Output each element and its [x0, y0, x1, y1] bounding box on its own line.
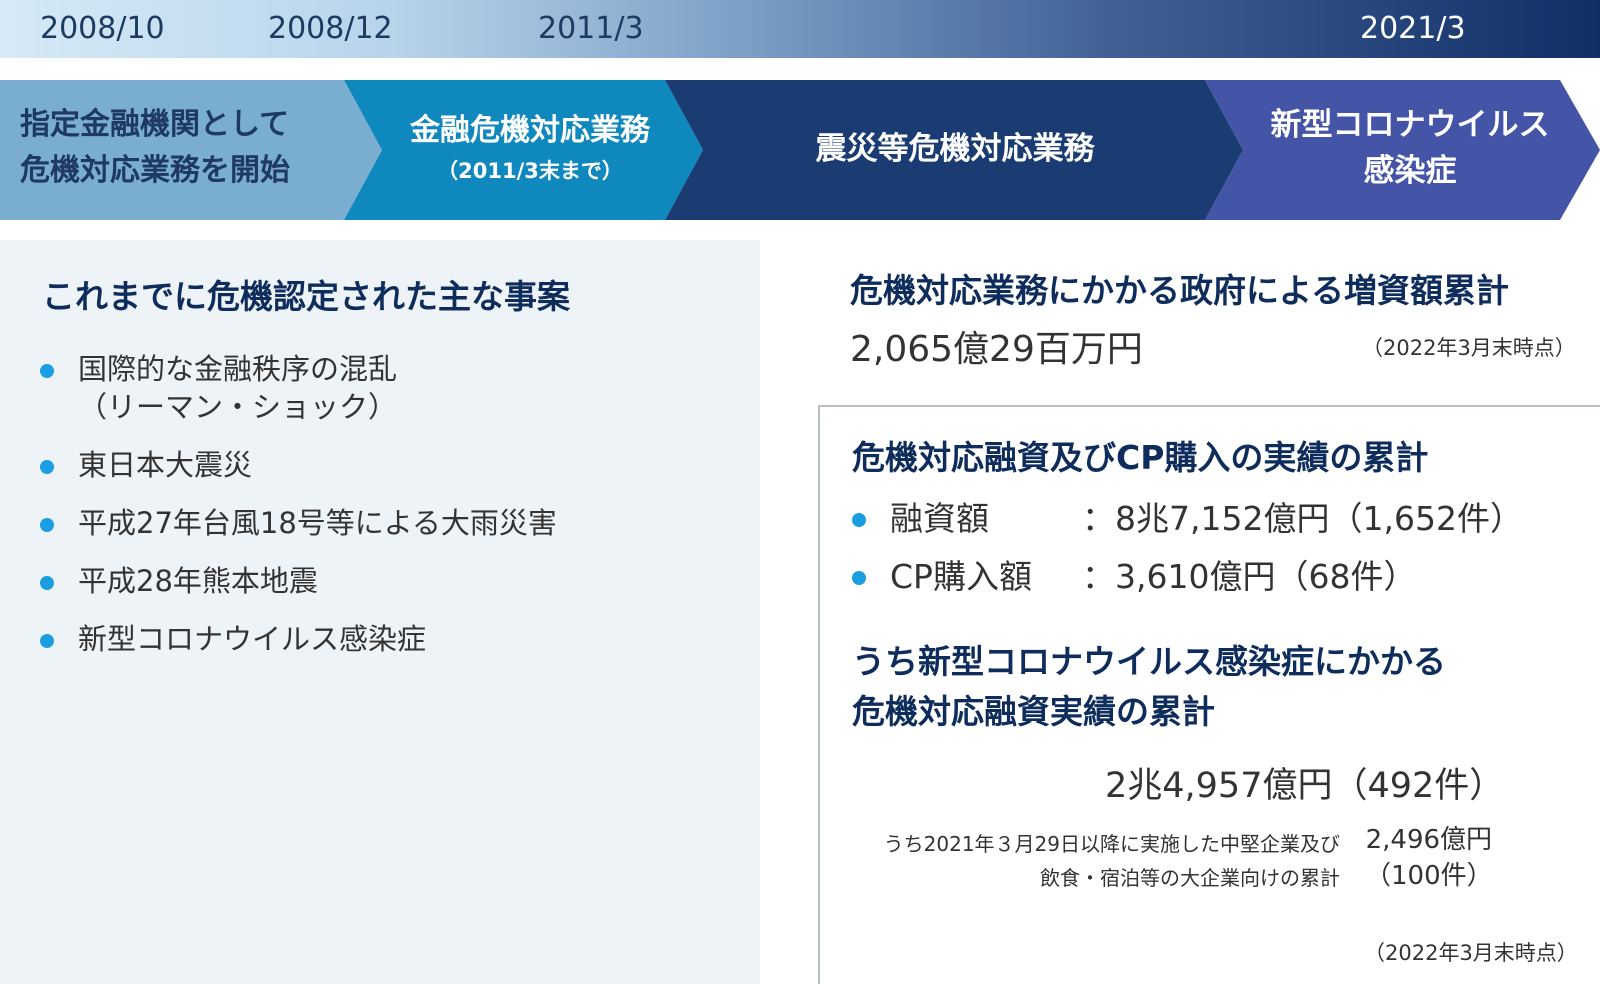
- note-line1: うち2021年３月29日以降に実施した中堅企業及び: [883, 832, 1340, 856]
- phase-2-label: 金融危機対応業務 （2011/3末まで）: [380, 108, 680, 188]
- list-item: 新型コロナウイルス感染症: [40, 620, 557, 658]
- results-box: 危機対応融資及びCP購入の実績の累計 融資額 ：8兆7,152億円（1,652件）…: [818, 405, 1600, 984]
- phase-4-line2: 感染症: [1363, 153, 1457, 189]
- covid-results-title: うち新型コロナウイルス感染症にかかる 危機対応融資実績の累計: [852, 637, 1446, 737]
- note-line2: 飲食・宿泊等の大企業向けの累計: [1040, 866, 1340, 890]
- phase-1-line1: 指定金融機関として: [20, 107, 290, 142]
- list-item: 国際的な金融秩序の混乱 （リーマン・ショック）: [40, 350, 557, 426]
- covid-title-line2: 危機対応融資実績の累計: [852, 692, 1215, 731]
- list-item: 東日本大震災: [40, 446, 557, 484]
- result-label: 融資額: [890, 499, 989, 538]
- phase-3-label: 震災等危機対応業務: [815, 131, 1095, 167]
- list-item: CP購入額 ：3,610億円（68件）: [852, 555, 1523, 599]
- bullet-icon: [40, 518, 54, 532]
- covid-title-line1: うち新型コロナウイルス感染症にかかる: [852, 642, 1446, 681]
- timeline-bar: 2008/10 2008/12 2011/3 2021/3: [0, 0, 1600, 58]
- list-item: 融資額 ：8兆7,152億円（1,652件）: [852, 497, 1523, 541]
- results-list: 融資額 ：8兆7,152億円（1,652件） CP購入額 ：3,610億円（68件）: [852, 497, 1523, 613]
- list-item: 平成28年熊本地震: [40, 562, 557, 600]
- bullet-icon: [852, 513, 866, 527]
- covid-note: うち2021年３月29日以降に実施した中堅企業及び 飲食・宿泊等の大企業向けの累…: [850, 827, 1340, 895]
- capital-increase-as-of: （2022年3月末時点）: [1362, 336, 1576, 360]
- bullet-icon: [40, 364, 54, 378]
- case-text-line2: （リーマン・ショック）: [78, 390, 398, 424]
- case-text: 新型コロナウイルス感染症: [78, 622, 427, 656]
- crisis-cases-panel: これまでに危機認定された主な事案 国際的な金融秩序の混乱 （リーマン・ショック）…: [0, 240, 760, 984]
- phase-4-label: 新型コロナウイルス 感染症: [1240, 102, 1580, 194]
- note-value-line2: （100件）: [1365, 861, 1493, 891]
- list-item: 平成27年台風18号等による大雨災害: [40, 504, 557, 542]
- covid-note-value: 2,496億円 （100件）: [1365, 822, 1493, 894]
- covid-total: 2兆4,957億円（492件）: [1105, 766, 1505, 806]
- bullet-icon: [40, 576, 54, 590]
- results-title: 危機対応融資及びCP購入の実績の累計: [852, 438, 1429, 477]
- timeline-date-2008-12: 2008/12: [268, 11, 393, 46]
- phase-2-line1: 金融危機対応業務: [410, 113, 650, 148]
- timeline-date-2021-3: 2021/3: [1360, 11, 1466, 46]
- bullet-icon: [40, 460, 54, 474]
- timeline-date-2008-10: 2008/10: [40, 11, 165, 46]
- result-value: ：8兆7,152億円（1,652件）: [1082, 499, 1523, 538]
- case-text: 国際的な金融秩序の混乱: [78, 352, 398, 386]
- crisis-cases-title: これまでに危機認定された主な事案: [42, 277, 570, 316]
- capital-increase-title: 危機対応業務にかかる政府による増資額累計: [850, 271, 1510, 310]
- bullet-icon: [852, 571, 866, 585]
- result-label: CP購入額: [890, 557, 1032, 596]
- phase-arrows: 指定金融機関として 危機対応業務を開始 金融危機対応業務 （2011/3末まで）…: [0, 80, 1600, 220]
- capital-increase-amount: 2,065億29百万円: [850, 329, 1143, 370]
- result-value: ：3,610億円（68件）: [1082, 557, 1417, 596]
- case-text: 平成28年熊本地震: [78, 564, 318, 598]
- results-as-of: （2022年3月末時点）: [1364, 941, 1578, 965]
- timeline-date-2011-3: 2011/3: [538, 11, 644, 46]
- note-value-line1: 2,496億円: [1365, 825, 1493, 855]
- phase-1-line2: 危機対応業務を開始: [20, 153, 290, 188]
- phase-4-line1: 新型コロナウイルス: [1270, 107, 1550, 143]
- case-text: 平成27年台風18号等による大雨災害: [78, 506, 557, 540]
- phase-1-label: 指定金融機関として 危機対応業務を開始: [20, 102, 340, 194]
- phase-2-sub: （2011/3末まで）: [437, 159, 623, 183]
- case-text: 東日本大震災: [78, 448, 253, 482]
- bullet-icon: [40, 634, 54, 648]
- crisis-cases-list: 国際的な金融秩序の混乱 （リーマン・ショック） 東日本大震災 平成27年台風18…: [40, 350, 557, 678]
